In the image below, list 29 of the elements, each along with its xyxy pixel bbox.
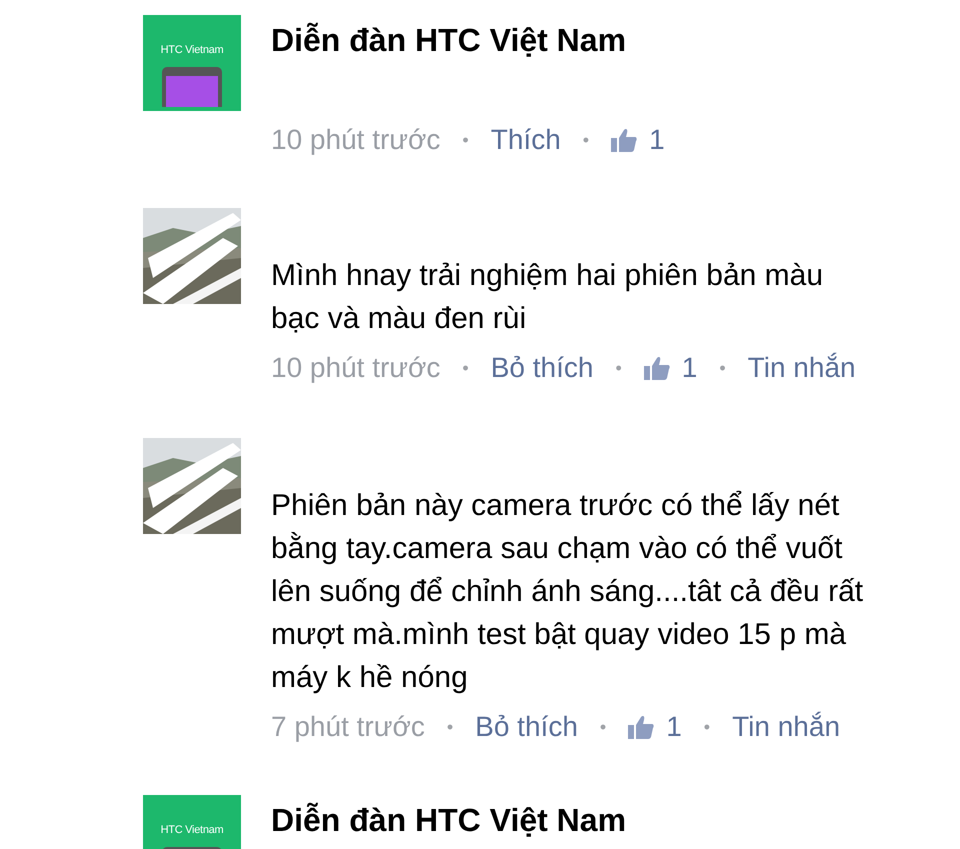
timestamp: 7 phút trước [271, 710, 425, 744]
logo-text: HTC Vietnam [160, 823, 224, 838]
separator-dot: • [615, 357, 622, 380]
thumbs-up-icon [628, 715, 654, 739]
timestamp: 10 phút trước [271, 123, 440, 157]
logo-text: HTC Vietnam [160, 43, 224, 58]
separator-dot: • [462, 357, 469, 380]
like-count: 1 [649, 123, 665, 157]
message-link[interactable]: Tin nhắn [732, 705, 840, 749]
comment-text: Mình hnay trải nghiệm hai phiên bản màu bạc và màu đen rùi [271, 258, 824, 337]
author-name[interactable]: Diễn đàn HTC Việt Nam [271, 796, 626, 844]
message-link[interactable]: Tin nhắn [748, 346, 856, 390]
separator-dot: • [582, 129, 590, 152]
comment-text: Phiên bản này camera trước có thể lấy nét bằng tay.camera sau chạm vào có thể vuốt lên suống để chỉnh ánh sáng....tât cả đều rất mượt mà.mình test bật quay video 15 p mà máy k hề nóng [271, 488, 864, 696]
phone-icon [162, 66, 222, 106]
timestamp: 10 phút trước [271, 351, 440, 385]
separator-dot: • [600, 716, 606, 739]
separator-dot: • [704, 716, 710, 739]
author-name[interactable]: Diễn đàn HTC Việt Nam [271, 16, 665, 64]
separator-dot: • [462, 129, 469, 152]
separator-dot: • [446, 716, 454, 739]
like-count: 1 [682, 351, 698, 385]
like-link[interactable]: Bỏ thích [490, 346, 594, 390]
thumbs-up-icon [644, 356, 670, 380]
like-count: 1 [666, 710, 682, 744]
thumbs-up-icon [611, 128, 638, 152]
like-link[interactable]: Thích [490, 118, 561, 162]
like-link[interactable]: Bỏ thích [475, 705, 578, 749]
separator-dot: • [719, 357, 726, 380]
